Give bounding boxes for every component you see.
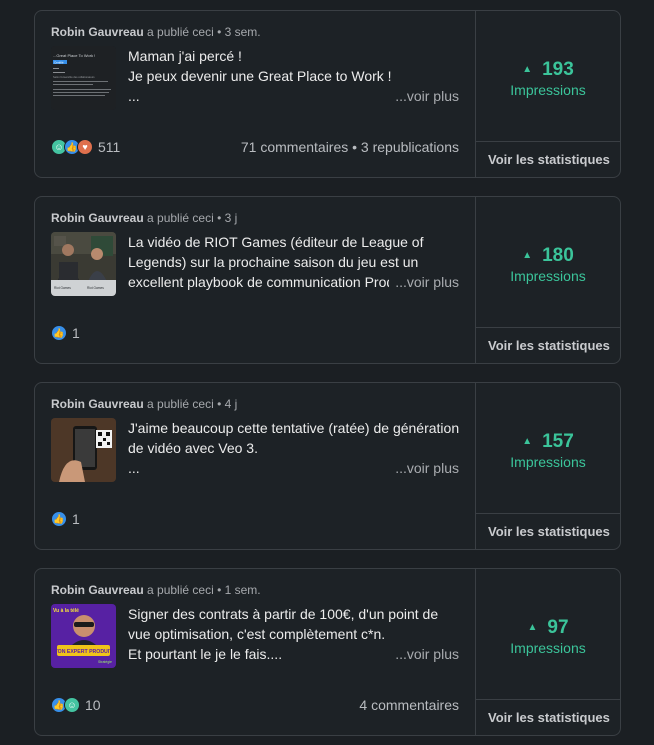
post-text-line: Maman j'ai percé ! — [128, 48, 242, 64]
post-thumbnail[interactable]: Riot Games Riot Games — [51, 232, 116, 296]
impressions-label: Impressions — [510, 82, 586, 98]
view-stats-button[interactable]: Voir les statistiques — [476, 141, 620, 177]
post-content[interactable]: Robin Gauvreau a publié ceci • 3 sem. ..… — [35, 11, 475, 177]
post-card: Robin Gauvreau a publié ceci • 3 j Riot … — [34, 196, 621, 364]
author-name[interactable]: Robin Gauvreau — [51, 211, 144, 225]
trend-up-icon: ▲ — [522, 64, 533, 75]
post-thumbnail[interactable]: ...Great Place To Work ! Certifié Selon … — [51, 46, 116, 110]
impressions-stat: ▲ 97 Impressions — [476, 617, 620, 656]
post-text-line: Signer des contrats à partir de 100€, d'… — [128, 606, 439, 622]
post-meta: Robin Gauvreau a publié ceci • 3 j — [51, 211, 237, 225]
like-reaction-icon: 👍 — [51, 325, 67, 341]
post-action: a publié ceci • — [143, 211, 225, 225]
see-more-link[interactable]: ...voir plus — [389, 86, 459, 106]
impressions-stat: ▲ 180 Impressions — [476, 245, 620, 284]
author-name[interactable]: Robin Gauvreau — [51, 397, 144, 411]
view-stats-button[interactable]: Voir les statistiques — [476, 327, 620, 363]
post-thumbnail[interactable]: Vu à la télé TON EXPERT PRODUIT Stratégi… — [51, 604, 116, 668]
post-meta: Robin Gauvreau a publié ceci • 1 sem. — [51, 583, 261, 597]
reactions[interactable]: 👍 1 — [51, 511, 80, 527]
reaction-count: 511 — [98, 139, 121, 155]
impressions-count: 180 — [542, 245, 574, 266]
post-age: 3 j — [224, 211, 238, 225]
thumb-promo-title: TON EXPERT PRODUIT — [55, 649, 114, 655]
love-reaction-icon: ♥ — [77, 139, 93, 155]
video-preview-image: Riot Games Riot Games — [51, 232, 116, 296]
thumb-promo-sub: Stratégie — [98, 660, 112, 664]
post-card: Robin Gauvreau a publié ceci • 4 j J'aim… — [34, 382, 621, 550]
trend-up-icon: ▲ — [522, 436, 533, 447]
reactions[interactable]: 👍 ☺ 10 — [51, 697, 101, 713]
impressions-count: 157 — [542, 431, 574, 452]
impressions-stat: ▲ 157 Impressions — [476, 431, 620, 470]
post-age: 1 sem. — [224, 583, 261, 597]
post-meta: Robin Gauvreau a publié ceci • 3 sem. — [51, 25, 261, 39]
impressions-label: Impressions — [510, 640, 586, 656]
post-text-line: Je peux devenir une Great Place to Work … — [128, 68, 392, 84]
impressions-count: 193 — [542, 59, 574, 80]
author-name[interactable]: Robin Gauvreau — [51, 583, 144, 597]
reactions[interactable]: 👍 1 — [51, 325, 80, 341]
thumb-caption-right: Riot Games — [87, 286, 104, 290]
post-text-line: vue optimisation, c'est complètement c*n… — [128, 626, 386, 642]
promo-preview-image: Vu à la télé TON EXPERT PRODUIT Stratégi… — [51, 604, 116, 668]
funny-reaction-icon: ☺ — [64, 697, 80, 713]
see-more-link[interactable]: ...voir plus — [389, 458, 459, 478]
post-text-line: Legends) sur la prochaine saison du jeu … — [128, 254, 419, 270]
impressions-count: 97 — [547, 617, 569, 638]
post-card: Robin Gauvreau a publié ceci • 3 sem. ..… — [34, 10, 621, 178]
thumb-doc-header: ...Great Place To Work ! — [53, 53, 95, 58]
see-more-link[interactable]: ...voir plus — [389, 644, 459, 664]
post-action: a publié ceci • — [143, 583, 225, 597]
comments-reposts-count[interactable]: 71 commentaires • 3 republications — [241, 139, 459, 155]
thumb-doc-text: Selon l'ensemble des collaborateurs — [53, 75, 95, 79]
video-preview-image — [51, 418, 116, 482]
post-meta: Robin Gauvreau a publié ceci • 4 j — [51, 397, 237, 411]
trend-up-icon: ▲ — [522, 250, 533, 261]
view-stats-button[interactable]: Voir les statistiques — [476, 513, 620, 549]
post-text-line: J'aime beaucoup cette tentative (ratée) … — [128, 420, 459, 436]
view-stats-button[interactable]: Voir les statistiques — [476, 699, 620, 735]
reactions[interactable]: ☺ 👍 ♥ 511 — [51, 139, 120, 155]
comments-reposts-count[interactable]: 4 commentaires — [359, 697, 459, 713]
author-name[interactable]: Robin Gauvreau — [51, 25, 144, 39]
post-stats-panel: ▲ 157 Impressions Voir les statistiques — [475, 383, 620, 549]
post-content[interactable]: Robin Gauvreau a publié ceci • 3 j Riot … — [35, 197, 475, 363]
trend-up-icon: ▲ — [527, 622, 538, 633]
thumb-caption-left: Riot Games — [54, 286, 71, 290]
reaction-count: 1 — [72, 511, 80, 527]
post-card: Robin Gauvreau a publié ceci • 1 sem. Vu… — [34, 568, 621, 736]
reaction-count: 10 — [85, 697, 101, 713]
post-content[interactable]: Robin Gauvreau a publié ceci • 1 sem. Vu… — [35, 569, 475, 735]
reaction-count: 1 — [72, 325, 80, 341]
post-stats-panel: ▲ 193 Impressions Voir les statistiques — [475, 11, 620, 177]
document-preview-image: ...Great Place To Work ! Certifié Selon … — [51, 46, 116, 110]
post-stats-panel: ▲ 180 Impressions Voir les statistiques — [475, 197, 620, 363]
post-text-line: de vidéo avec Veo 3. — [128, 440, 258, 456]
post-thumbnail[interactable] — [51, 418, 116, 482]
post-action: a publié ceci • — [143, 25, 225, 39]
post-action: a publié ceci • — [143, 397, 225, 411]
like-reaction-icon: 👍 — [51, 511, 67, 527]
post-text-line: La vidéo de RIOT Games (éditeur de Leagu… — [128, 234, 424, 250]
post-age: 3 sem. — [224, 25, 261, 39]
see-more-link[interactable]: ...voir plus — [389, 272, 459, 292]
post-stats-panel: ▲ 97 Impressions Voir les statistiques — [475, 569, 620, 735]
impressions-label: Impressions — [510, 268, 586, 284]
thumb-promo-top: Vu à la télé — [53, 608, 79, 614]
post-content[interactable]: Robin Gauvreau a publié ceci • 4 j J'aim… — [35, 383, 475, 549]
post-age: 4 j — [224, 397, 238, 411]
thumb-doc-tag: Certifié — [54, 60, 64, 64]
impressions-label: Impressions — [510, 454, 586, 470]
impressions-stat: ▲ 193 Impressions — [476, 59, 620, 98]
